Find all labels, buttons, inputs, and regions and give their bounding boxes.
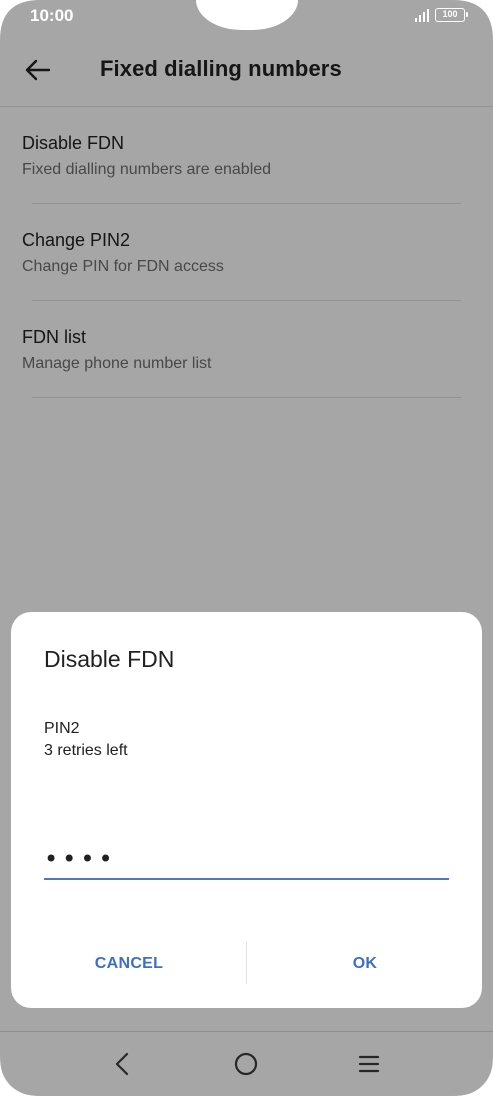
ok-button[interactable]: OK	[247, 942, 483, 986]
cancel-button[interactable]: CANCEL	[11, 942, 247, 986]
dialog-actions: CANCEL OK	[11, 942, 482, 986]
signal-icon	[415, 8, 429, 22]
device-screen: Fixed dialling numbers Disable FDN Fixed…	[0, 0, 493, 1096]
dialog-title: Disable FDN	[44, 646, 175, 672]
battery-level: 100	[442, 9, 458, 19]
retries-left-text: 3 retries left	[44, 742, 128, 759]
disable-fdn-dialog: Disable FDN PIN2 3 retries left CANCEL O…	[11, 612, 482, 1008]
status-icons: 100	[415, 8, 468, 22]
status-time: 10:00	[30, 6, 74, 25]
pin2-input[interactable]	[44, 840, 449, 880]
pin2-label: PIN2	[44, 720, 80, 737]
battery-icon: 100	[435, 8, 468, 22]
